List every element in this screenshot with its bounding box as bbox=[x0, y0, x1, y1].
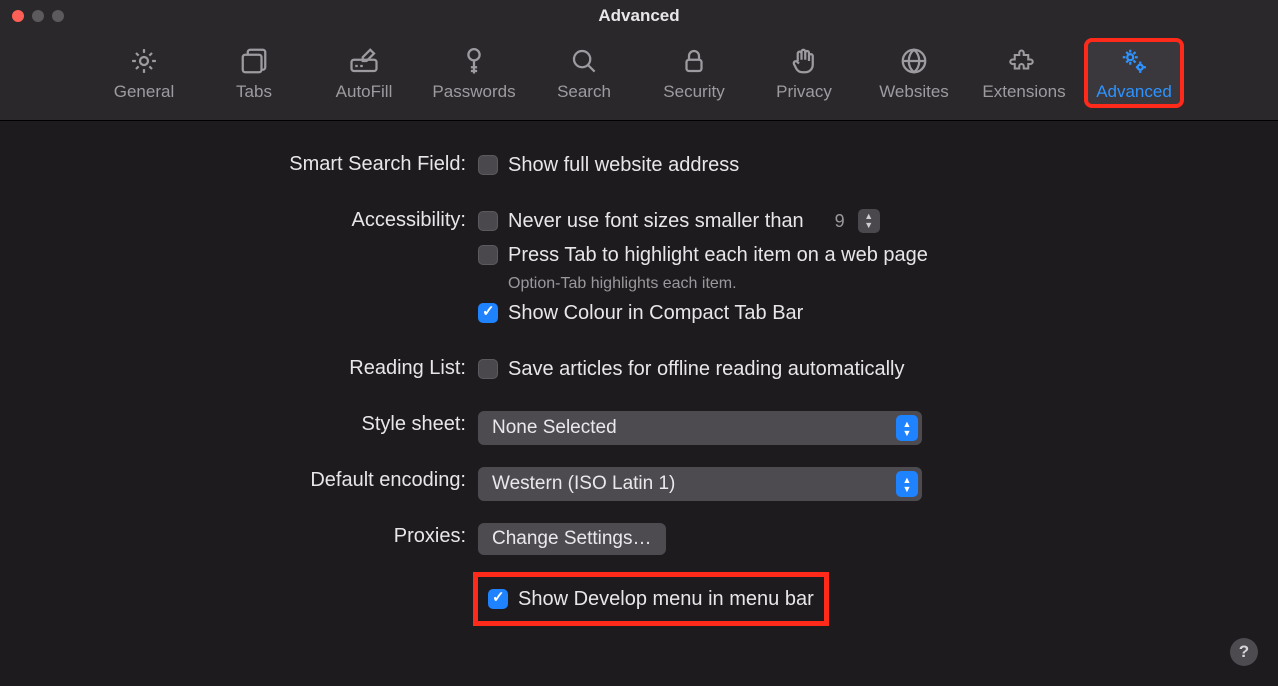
hand-icon bbox=[789, 46, 819, 76]
chevron-up-down-icon: ▲▼ bbox=[896, 471, 918, 497]
zoom-window-button[interactable] bbox=[52, 10, 64, 22]
prefs-content: Smart Search Field: Show full website ad… bbox=[0, 121, 1278, 621]
tab-label: General bbox=[114, 82, 174, 102]
style-sheet-label: Style sheet: bbox=[0, 411, 478, 436]
press-tab-checkbox[interactable] bbox=[478, 245, 498, 265]
help-button[interactable]: ? bbox=[1230, 638, 1258, 666]
tab-label: Advanced bbox=[1096, 82, 1172, 102]
tab-advanced[interactable]: Advanced bbox=[1086, 40, 1182, 106]
tab-label: Extensions bbox=[982, 82, 1065, 102]
globe-icon bbox=[899, 46, 929, 76]
show-develop-label: Show Develop menu in menu bar bbox=[518, 588, 814, 611]
chevron-up-down-icon: ▲▼ bbox=[896, 415, 918, 441]
gears-icon bbox=[1119, 46, 1149, 76]
tab-label: Search bbox=[557, 82, 611, 102]
puzzle-icon bbox=[1009, 46, 1039, 76]
offline-reading-label: Save articles for offline reading automa… bbox=[508, 358, 905, 381]
proxies-label: Proxies: bbox=[0, 523, 478, 548]
gear-icon bbox=[129, 46, 159, 76]
tab-general[interactable]: General bbox=[96, 40, 192, 106]
tab-label: Security bbox=[663, 82, 724, 102]
reading-list-label: Reading List: bbox=[0, 355, 478, 380]
offline-reading-checkbox[interactable] bbox=[478, 359, 498, 379]
window-title: Advanced bbox=[0, 6, 1278, 26]
tab-privacy[interactable]: Privacy bbox=[756, 40, 852, 106]
show-full-url-checkbox[interactable] bbox=[478, 155, 498, 175]
default-encoding-value: Western (ISO Latin 1) bbox=[492, 473, 675, 495]
min-font-checkbox[interactable] bbox=[478, 211, 498, 231]
tab-label: AutoFill bbox=[336, 82, 393, 102]
minimize-window-button[interactable] bbox=[32, 10, 44, 22]
accessibility-label: Accessibility: bbox=[0, 207, 478, 232]
tab-security[interactable]: Security bbox=[646, 40, 742, 106]
style-sheet-select[interactable]: None Selected ▲▼ bbox=[478, 411, 922, 445]
tab-label: Websites bbox=[879, 82, 949, 102]
press-tab-helper: Option-Tab highlights each item. bbox=[508, 275, 1278, 293]
tabs-icon bbox=[239, 46, 269, 76]
tab-search[interactable]: Search bbox=[536, 40, 632, 106]
tab-label: Passwords bbox=[432, 82, 515, 102]
develop-menu-highlight: Show Develop menu in menu bar bbox=[478, 577, 824, 621]
press-tab-label: Press Tab to highlight each item on a we… bbox=[508, 244, 928, 267]
default-encoding-label: Default encoding: bbox=[0, 467, 478, 492]
min-font-stepper[interactable]: ▲▼ bbox=[858, 209, 880, 233]
tab-websites[interactable]: Websites bbox=[866, 40, 962, 106]
close-window-button[interactable] bbox=[12, 10, 24, 22]
compact-colour-label: Show Colour in Compact Tab Bar bbox=[508, 302, 803, 325]
prefs-toolbar: General Tabs AutoFill Passwords Search S… bbox=[0, 32, 1278, 121]
show-full-url-label: Show full website address bbox=[508, 154, 739, 177]
tab-label: Tabs bbox=[236, 82, 272, 102]
min-font-label: Never use font sizes smaller than bbox=[508, 210, 804, 233]
smart-search-label: Smart Search Field: bbox=[0, 151, 478, 176]
tab-extensions[interactable]: Extensions bbox=[976, 40, 1072, 106]
show-develop-checkbox[interactable] bbox=[488, 589, 508, 609]
tab-tabs[interactable]: Tabs bbox=[206, 40, 302, 106]
change-settings-button[interactable]: Change Settings… bbox=[478, 523, 666, 555]
tab-label: Privacy bbox=[776, 82, 832, 102]
compact-colour-checkbox[interactable] bbox=[478, 303, 498, 323]
tab-autofill[interactable]: AutoFill bbox=[316, 40, 412, 106]
search-icon bbox=[569, 46, 599, 76]
key-icon bbox=[459, 46, 489, 76]
traffic-lights bbox=[0, 10, 64, 22]
pencil-field-icon bbox=[349, 46, 379, 76]
style-sheet-value: None Selected bbox=[492, 417, 617, 439]
tab-passwords[interactable]: Passwords bbox=[426, 40, 522, 106]
default-encoding-select[interactable]: Western (ISO Latin 1) ▲▼ bbox=[478, 467, 922, 501]
lock-icon bbox=[679, 46, 709, 76]
titlebar: Advanced bbox=[0, 0, 1278, 32]
min-font-value[interactable]: 9 bbox=[828, 211, 852, 232]
